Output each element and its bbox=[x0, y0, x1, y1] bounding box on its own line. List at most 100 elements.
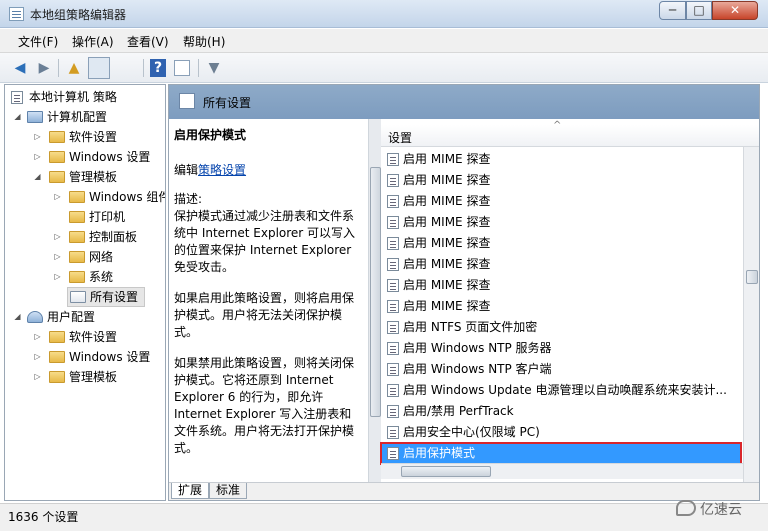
tree-pane[interactable]: 本地计算机 策略 ◢ 计算机配置 ▷ 软件设置 ▷ Windows 设置 ◢ 管… bbox=[4, 84, 166, 501]
list-item[interactable]: 启用 Windows NTP 服务器 bbox=[381, 338, 741, 359]
menu-help[interactable]: 帮助(H) bbox=[183, 33, 225, 50]
menu-file[interactable]: 文件(F) bbox=[18, 33, 58, 50]
list-item[interactable]: 启用 MIME 探查 bbox=[381, 191, 741, 212]
policy-setting-icon bbox=[387, 237, 399, 250]
column-header-settings[interactable]: 设置 ^ bbox=[381, 120, 759, 147]
menu-bar: 文件(F) 操作(A) 查看(V) 帮助(H) bbox=[0, 29, 768, 53]
collapsed-triangle-icon[interactable]: ▷ bbox=[53, 232, 62, 241]
filter-icon[interactable]: ▼ bbox=[204, 58, 224, 78]
scrollbar-thumb[interactable] bbox=[746, 270, 758, 284]
help-icon[interactable]: ? bbox=[150, 59, 166, 77]
tree-item-all-settings[interactable]: 所有设置 bbox=[67, 287, 145, 307]
list-item[interactable]: 启用 Windows Update 电源管理以自动唤醒系统来安装计... bbox=[381, 380, 741, 401]
folder-icon bbox=[49, 171, 65, 183]
list-item[interactable]: 启用保护模式 bbox=[380, 442, 742, 465]
policy-setting-icon bbox=[387, 216, 399, 229]
up-folder-icon[interactable]: ▲ bbox=[64, 58, 84, 78]
policy-setting-icon bbox=[387, 153, 399, 166]
collapsed-triangle-icon[interactable]: ▷ bbox=[53, 272, 62, 281]
list-item-label: 启用 Windows NTP 客户端 bbox=[403, 362, 552, 376]
close-button[interactable]: ✕ bbox=[712, 1, 758, 20]
collapsed-triangle-icon[interactable]: ▷ bbox=[33, 352, 42, 361]
folder-icon bbox=[49, 131, 65, 143]
cloud-logo-icon bbox=[676, 500, 696, 516]
menu-action[interactable]: 操作(A) bbox=[72, 33, 114, 50]
tree-item-user-software-settings[interactable]: ▷ 软件设置 bbox=[5, 327, 165, 347]
list-item[interactable]: 启用 MIME 探查 bbox=[381, 212, 741, 233]
tree-item-label: 软件设置 bbox=[69, 130, 118, 144]
menu-view[interactable]: 查看(V) bbox=[127, 33, 169, 50]
list-item[interactable]: 启用 MIME 探查 bbox=[381, 296, 741, 317]
view-tabs: 扩展 标准 bbox=[169, 482, 759, 500]
expanded-triangle-icon[interactable]: ◢ bbox=[13, 312, 22, 321]
details-pane: 所有设置 启用保护模式 编辑策略设置 描述: 保护模式通过减少注册表和文件系统中… bbox=[168, 84, 760, 501]
tree-item-label: Windows 组件 bbox=[89, 190, 166, 204]
horizontal-scrollbar[interactable] bbox=[381, 463, 743, 479]
tree-item-root[interactable]: 本地计算机 策略 bbox=[5, 87, 165, 107]
list-item[interactable]: 启用 MIME 探查 bbox=[381, 149, 741, 170]
tree-item-computer-config[interactable]: ◢ 计算机配置 bbox=[5, 107, 165, 127]
list-item[interactable]: 启用/禁用 PerfTrack bbox=[381, 401, 741, 422]
properties-icon[interactable] bbox=[174, 60, 190, 76]
tree-item-user-config[interactable]: ◢ 用户配置 bbox=[5, 307, 165, 327]
expanded-triangle-icon[interactable]: ◢ bbox=[13, 112, 22, 121]
description-paragraph: 如果禁用此策略设置，则将关闭保护模式。它将还原到 Internet Explor… bbox=[174, 356, 355, 455]
collapsed-triangle-icon[interactable]: ▷ bbox=[33, 332, 42, 341]
list-item[interactable]: 启用 Windows NTP 客户端 bbox=[381, 359, 741, 380]
edit-policy-link[interactable]: 策略设置 bbox=[198, 163, 246, 177]
tree-item-windows-components[interactable]: ▷ Windows 组件 bbox=[5, 187, 165, 207]
tree-item-user-windows-settings[interactable]: ▷ Windows 设置 bbox=[5, 347, 165, 367]
collapsed-triangle-icon[interactable]: ▷ bbox=[33, 152, 42, 161]
policy-setting-icon bbox=[387, 321, 399, 334]
tree-item-user-admin-templates[interactable]: ▷ 管理模板 bbox=[5, 367, 165, 387]
export-list-icon[interactable] bbox=[118, 58, 138, 78]
show-hide-tree-icon[interactable] bbox=[88, 57, 110, 79]
list-scrollbar[interactable] bbox=[743, 147, 759, 482]
expanded-triangle-icon[interactable]: ◢ bbox=[33, 172, 42, 181]
list-item[interactable]: 启用安全中心(仅限域 PC) bbox=[381, 422, 741, 443]
tree-item-network[interactable]: ▷ 网络 bbox=[5, 247, 165, 267]
list-item-label: 启用安全中心(仅限域 PC) bbox=[403, 425, 540, 439]
tab-extended[interactable]: 扩展 bbox=[171, 483, 210, 499]
folder-icon bbox=[69, 231, 85, 243]
list-item-label: 启用 MIME 探查 bbox=[403, 278, 491, 292]
list-item[interactable]: 启用 MIME 探查 bbox=[381, 233, 741, 254]
status-bar: 1636 个设置 bbox=[0, 503, 768, 531]
tree-item-label: 控制面板 bbox=[89, 230, 138, 244]
title-bar[interactable]: 本地组策略编辑器 ─ □ ✕ bbox=[0, 0, 768, 28]
watermark: 亿速云 bbox=[676, 499, 742, 519]
scrollbar-thumb[interactable] bbox=[401, 466, 491, 477]
maximize-button[interactable]: □ bbox=[686, 1, 712, 20]
tab-standard[interactable]: 标准 bbox=[209, 483, 248, 499]
tree-item-software-settings[interactable]: ▷ 软件设置 bbox=[5, 127, 165, 147]
tree-item-label: Windows 设置 bbox=[69, 350, 151, 364]
description-label: 描述: bbox=[174, 192, 203, 206]
list-item[interactable]: 启用 MIME 探查 bbox=[381, 254, 741, 275]
tree-item-label: 网络 bbox=[89, 250, 114, 264]
back-arrow-icon[interactable]: ◀ bbox=[10, 58, 30, 78]
list-item[interactable]: 启用 MIME 探查 bbox=[381, 170, 741, 191]
description-scrollbar[interactable] bbox=[368, 119, 381, 482]
tree-item-admin-templates[interactable]: ◢ 管理模板 bbox=[5, 167, 165, 187]
collapsed-triangle-icon[interactable]: ▷ bbox=[53, 252, 62, 261]
collapsed-triangle-icon[interactable]: ▷ bbox=[33, 132, 42, 141]
list-item[interactable]: 启用 MIME 探查 bbox=[381, 275, 741, 296]
policy-setting-icon bbox=[387, 279, 399, 292]
tree-item-label: 计算机配置 bbox=[47, 110, 108, 124]
folder-icon bbox=[49, 351, 65, 363]
forward-arrow-icon[interactable]: ▶ bbox=[34, 58, 54, 78]
collapsed-triangle-icon[interactable]: ▷ bbox=[33, 372, 42, 381]
details-header: 所有设置 bbox=[169, 85, 759, 119]
collapsed-triangle-icon[interactable]: ▷ bbox=[53, 192, 62, 201]
tree-item-system[interactable]: ▷ 系统 bbox=[5, 267, 165, 287]
description-paragraph: 如果启用此策略设置，则将启用保护模式。用户将无法关闭保护模式。 bbox=[174, 291, 355, 339]
settings-list: 设置 ^ 启用 MIME 探查 启用 MIME 探查 启用 MIME 探查 启用 MI… bbox=[380, 119, 759, 482]
policy-setting-icon bbox=[387, 363, 399, 376]
tree-item-windows-settings[interactable]: ▷ Windows 设置 bbox=[5, 147, 165, 167]
policy-setting-icon bbox=[387, 300, 399, 313]
tree-item-printers[interactable]: 打印机 bbox=[5, 207, 165, 227]
minimize-button[interactable]: ─ bbox=[659, 1, 686, 20]
scrollbar-thumb[interactable] bbox=[370, 167, 381, 417]
tree-item-control-panel[interactable]: ▷ 控制面板 bbox=[5, 227, 165, 247]
list-item[interactable]: 启用 NTFS 页面文件加密 bbox=[381, 317, 741, 338]
